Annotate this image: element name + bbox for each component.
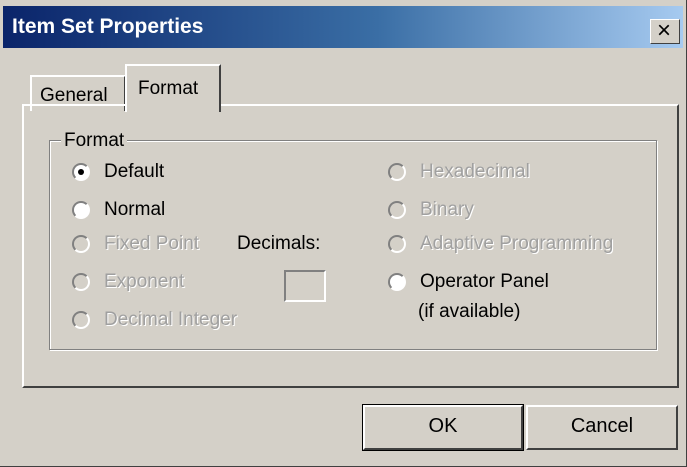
cancel-button[interactable]: Cancel <box>526 405 678 450</box>
ok-button[interactable]: OK <box>362 404 524 451</box>
title-bar: Item Set Properties <box>3 6 683 48</box>
tab-format-label: Format <box>138 78 199 99</box>
tab-panel <box>22 104 679 388</box>
tab-format[interactable]: Format <box>125 64 221 112</box>
dialog-title: Item Set Properties <box>12 15 204 38</box>
item-set-properties-dialog: Item Set Properties × General Format For… <box>0 0 687 467</box>
close-icon: × <box>657 17 672 44</box>
close-button[interactable]: × <box>650 17 680 44</box>
